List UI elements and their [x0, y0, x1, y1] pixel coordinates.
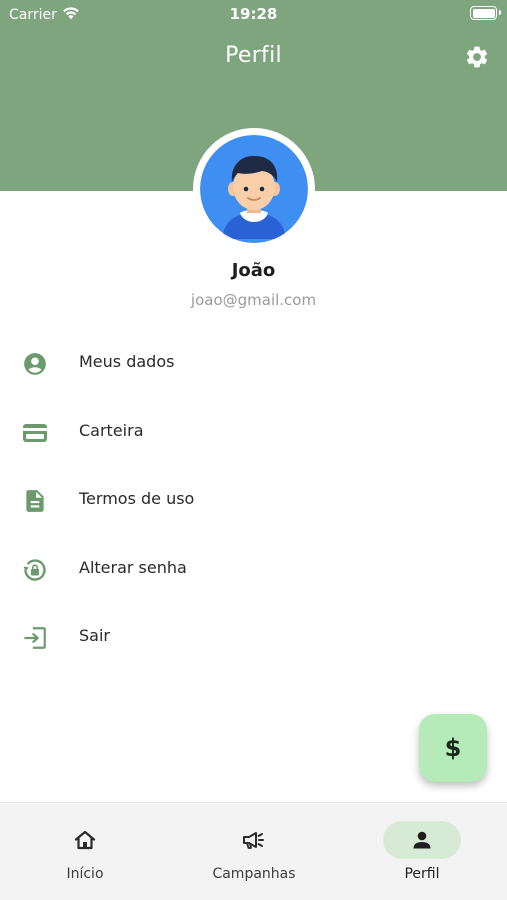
person-icon — [409, 827, 435, 853]
status-bar: Carrier 19:28 — [0, 0, 507, 28]
document-icon — [21, 487, 49, 515]
gear-icon — [464, 44, 490, 74]
account-circle-icon — [21, 350, 49, 378]
menu-item-label: Termos de uso — [79, 489, 195, 508]
dollar-icon: $ — [444, 734, 462, 762]
user-email: joao@gmail.com — [190, 291, 317, 309]
megaphone-icon — [241, 827, 267, 853]
bottom-navigation: Início Campanhas Perfil — [0, 802, 507, 900]
page-title: Perfil — [225, 43, 282, 68]
user-name: João — [231, 260, 276, 281]
menu-item-termos-de-uso[interactable]: Termos de uso — [0, 467, 507, 531]
nav-label: Perfil — [404, 866, 440, 882]
menu-item-carteira[interactable]: Carteira — [0, 399, 507, 463]
settings-button[interactable] — [463, 45, 491, 73]
menu-item-label: Sair — [79, 626, 110, 645]
nav-item-campanhas[interactable]: Campanhas — [196, 803, 312, 900]
status-time: 19:28 — [229, 5, 278, 23]
menu-item-alterar-senha[interactable]: Alterar senha — [0, 536, 507, 600]
wallet-icon — [21, 419, 49, 447]
payment-fab-button[interactable]: $ — [419, 714, 487, 782]
menu-item-sair[interactable]: Sair — [0, 604, 507, 668]
nav-item-perfil[interactable]: Perfil — [366, 803, 478, 900]
menu-item-label: Alterar senha — [79, 558, 187, 577]
logout-icon — [21, 624, 49, 652]
lock-reset-icon — [21, 556, 49, 584]
home-icon — [72, 827, 98, 853]
menu-item-label: Carteira — [79, 421, 144, 440]
nav-label: Início — [66, 866, 104, 882]
avatar[interactable] — [200, 135, 308, 243]
battery-icon — [470, 6, 501, 20]
nav-item-inicio[interactable]: Início — [28, 803, 142, 900]
menu-item-meus-dados[interactable]: Meus dados — [0, 330, 507, 394]
menu-item-label: Meus dados — [79, 352, 175, 371]
nav-label: Campanhas — [212, 866, 296, 882]
